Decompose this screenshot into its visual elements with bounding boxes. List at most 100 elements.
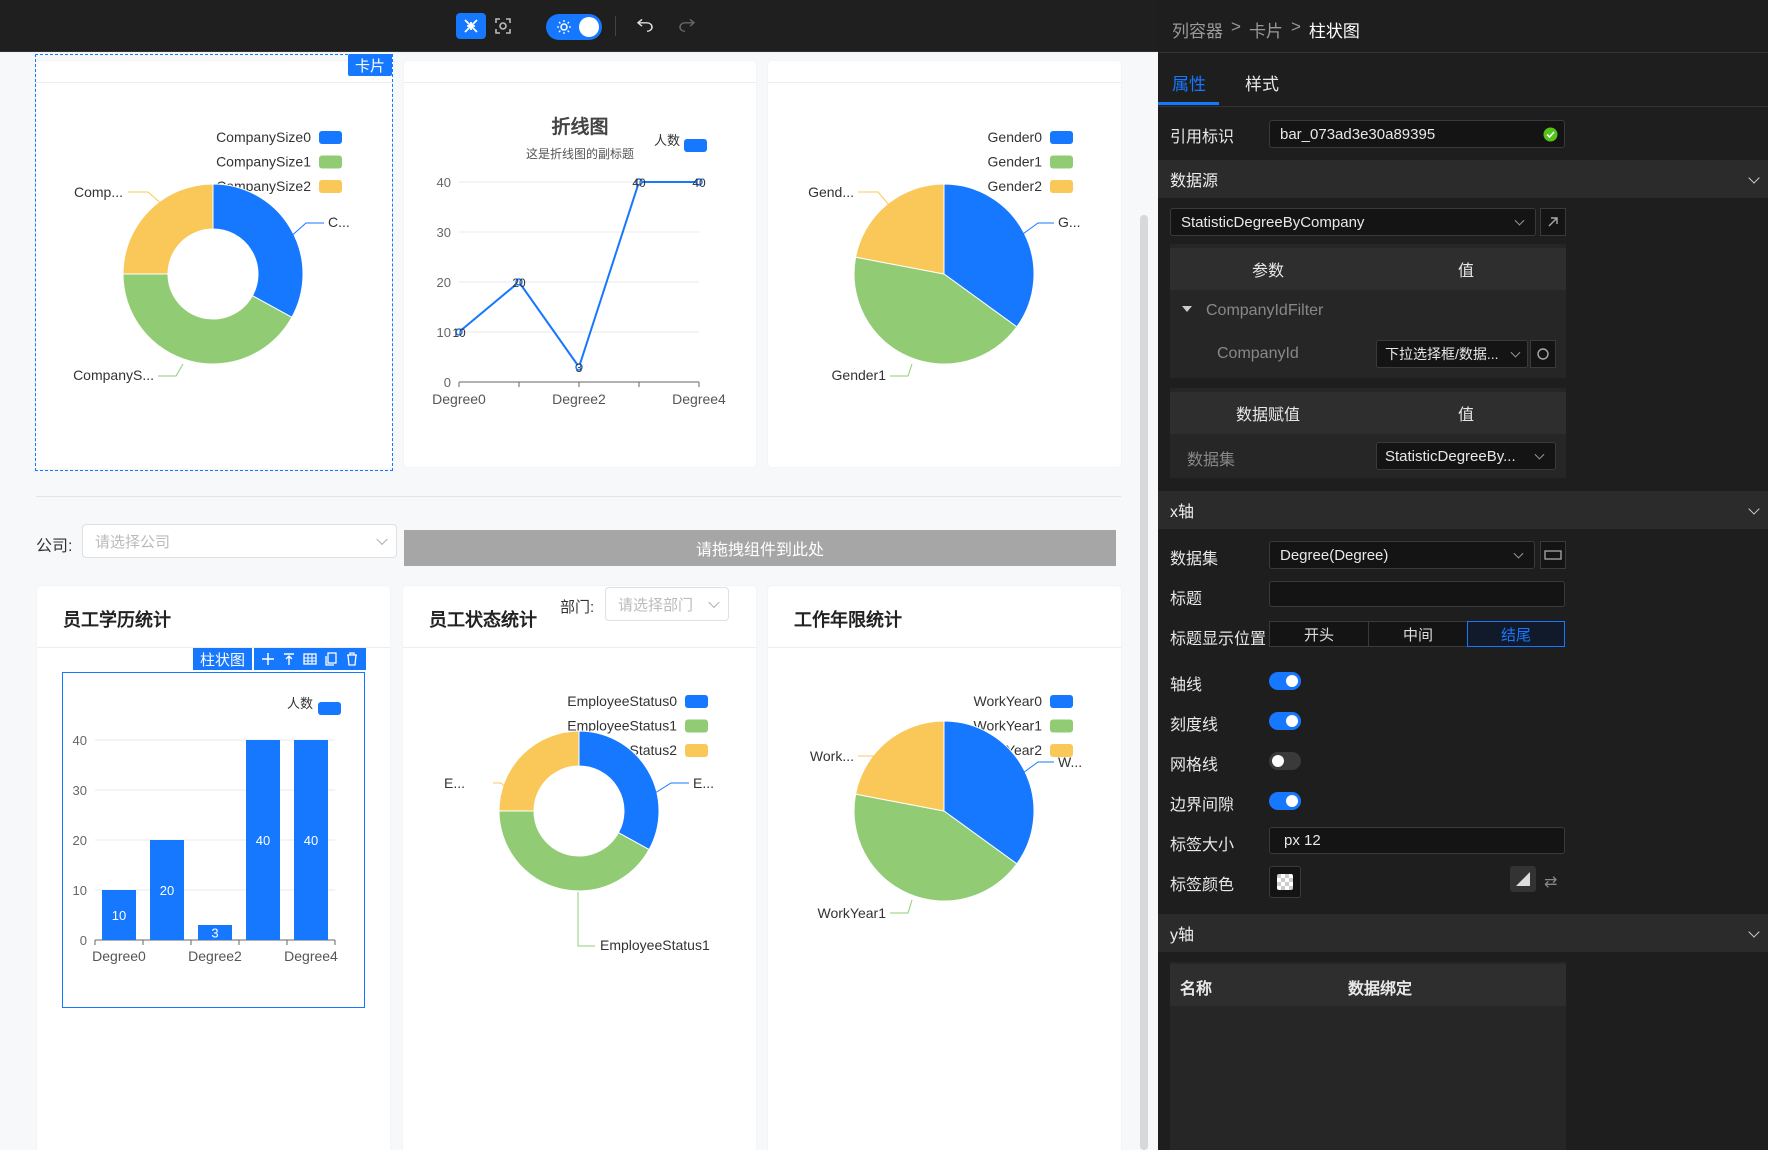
card-work-years[interactable]: 工作年限统计 WorkYear0WorkYear1WorkYear2Work..… [768, 586, 1121, 1150]
param-value-select[interactable]: 下拉选择框/数据... [1376, 340, 1528, 368]
slice-label: E... [693, 775, 714, 791]
canvas-scrollbar[interactable] [1140, 215, 1148, 1150]
card-line-chart[interactable]: 折线图 这是折线图的副标题 人数 0 10 20 30 40 10 20 3 40 40 Degree0 D… [404, 61, 756, 467]
legend-swatch [685, 719, 708, 733]
ref-id-label: 引用标识 [1170, 129, 1235, 146]
label-leader-line [890, 363, 913, 377]
y-tick-label: 20 [437, 275, 451, 290]
legend-swatch [685, 744, 708, 757]
assign-value: StatisticDegreeBy... [1385, 447, 1516, 465]
delete-icon[interactable] [345, 652, 359, 666]
title-pos-start[interactable]: 开头 [1269, 621, 1369, 647]
color-swatch [1277, 874, 1293, 890]
tab-style[interactable]: 样式 [1245, 70, 1279, 95]
chevron-down-icon [1513, 548, 1524, 559]
work-years-pie-chart: WorkYear0WorkYear1WorkYear2Work...W...Wo… [810, 693, 1082, 921]
employee-status-donut-chart: EmployeeStatus0EmployeeStatus1EmployeeSt… [444, 693, 714, 953]
card-header: 工作年限统计 [768, 586, 1121, 648]
department-select[interactable]: 请选择部门 [605, 587, 729, 621]
card-tag[interactable]: 卡片 [348, 54, 392, 76]
dataset-expand-icon[interactable] [1540, 541, 1566, 569]
table-icon[interactable] [303, 652, 317, 666]
move-icon[interactable] [261, 652, 275, 666]
y-tick-label: 30 [73, 783, 87, 798]
title-pos-end[interactable]: 结尾 [1467, 621, 1565, 647]
param-name: CompanyId [1217, 345, 1299, 362]
xaxis-section[interactable]: x轴 [1158, 491, 1768, 529]
yaxis-section[interactable]: y轴 [1158, 914, 1768, 952]
assign-col-value: 值 [1366, 392, 1566, 434]
caret-down-icon[interactable] [1182, 306, 1192, 312]
y-tick-label: 10 [73, 883, 87, 898]
label-size-input[interactable]: px 12 [1269, 827, 1565, 854]
breadcrumb-current: 柱状图 [1308, 22, 1360, 41]
boundary-gap-toggle[interactable] [1269, 792, 1301, 810]
breadcrumb-item[interactable]: 列容器 [1172, 17, 1223, 42]
data-label: 3 [576, 361, 583, 375]
ref-id-input[interactable]: bar_073ad3e30a89395 [1269, 120, 1565, 148]
department-filter-label: 部门: [560, 599, 595, 616]
tick-label: 刻度线 [1170, 717, 1219, 734]
y-tick-label: 40 [437, 175, 451, 190]
axis-line-toggle[interactable] [1269, 672, 1301, 690]
legend-label: 人数 [287, 696, 313, 711]
company-select[interactable]: 请选择公司 [82, 524, 397, 558]
ref-id-value: bar_073ad3e30a89395 [1280, 125, 1436, 143]
param-group: CompanyIdFilter [1206, 302, 1324, 319]
breadcrumb-item[interactable]: 卡片 [1249, 17, 1283, 42]
sun-icon [557, 20, 571, 34]
undo-icon[interactable] [630, 13, 660, 39]
toggle-knob [579, 17, 599, 37]
color-fill-icon[interactable] [1510, 866, 1536, 892]
redo-icon[interactable] [672, 13, 702, 39]
label-leader-line [858, 191, 891, 207]
design-canvas: CompanySize0 CompanySize1 CompanySize2 Comp… [0, 53, 1158, 1150]
breadcrumb-sep: > [1290, 17, 1301, 36]
card-employee-status[interactable]: 员工状态统计 部门: 请选择部门 EmployeeStatus0 Employee… [403, 586, 756, 1150]
selected-card-outline [35, 54, 393, 471]
y-tick-label: 0 [80, 933, 87, 948]
data-label: 10 [452, 326, 466, 340]
component-tag[interactable]: 柱状图 [193, 648, 252, 670]
select-parent-icon[interactable] [282, 652, 296, 666]
chart-subtitle: 这是折线图的副标题 [526, 146, 634, 161]
component-actions [254, 648, 366, 670]
assign-col-name: 数据赋值 [1170, 392, 1366, 434]
label-color-picker[interactable] [1269, 866, 1301, 898]
divider [615, 16, 616, 36]
slice-label: Work... [810, 748, 854, 764]
company-select-placeholder: 请选择公司 [95, 533, 171, 551]
design-mode-icon[interactable] [456, 13, 486, 39]
title-pos-middle[interactable]: 中间 [1368, 621, 1468, 647]
datasource-select[interactable]: StatisticDegreeByCompany [1170, 208, 1536, 236]
tick-toggle[interactable] [1269, 712, 1301, 730]
legend-swatch [1050, 131, 1073, 144]
datasource-section[interactable]: 数据源 [1158, 160, 1768, 198]
drop-zone[interactable]: 请拖拽组件到此处 [404, 530, 1116, 566]
yaxis-col-name: 名称 [1180, 981, 1213, 998]
section-title: x轴 [1170, 504, 1195, 521]
grid-toggle[interactable] [1269, 752, 1301, 770]
preview-icon[interactable] [488, 13, 518, 39]
card-gender[interactable]: Gender0 Gender1 Gender2 Gend... G... Gender1 [768, 61, 1121, 467]
boundary-gap-label: 边界间隙 [1170, 797, 1235, 814]
bar-value-label: 40 [304, 833, 318, 848]
assign-value-select[interactable]: StatisticDegreeBy... [1376, 442, 1556, 470]
param-link-icon[interactable] [1530, 340, 1556, 368]
legend-swatch [318, 702, 341, 715]
title-input[interactable] [1269, 581, 1565, 607]
toggle-knob [1286, 715, 1298, 727]
tab-properties[interactable]: 属性 [1172, 70, 1206, 95]
swap-icon[interactable]: ⇄ [1544, 872, 1557, 892]
legend-swatch [1050, 180, 1073, 193]
datasource-link-icon[interactable] [1540, 208, 1566, 236]
slice-label: WorkYear1 [818, 905, 887, 921]
theme-toggle[interactable] [546, 14, 602, 40]
selected-bar-chart[interactable]: 人数 0 10 20 30 40 10 20 3 40 40 Degree0 Degree2 Degree… [62, 672, 365, 1008]
dataset-select[interactable]: Degree(Degree) [1269, 541, 1535, 569]
label-color-label: 标签颜色 [1170, 877, 1235, 894]
section-title: 数据源 [1170, 173, 1219, 190]
legend-label: Gender0 [988, 129, 1043, 145]
chevron-down-icon [708, 596, 720, 609]
copy-icon[interactable] [324, 652, 338, 666]
